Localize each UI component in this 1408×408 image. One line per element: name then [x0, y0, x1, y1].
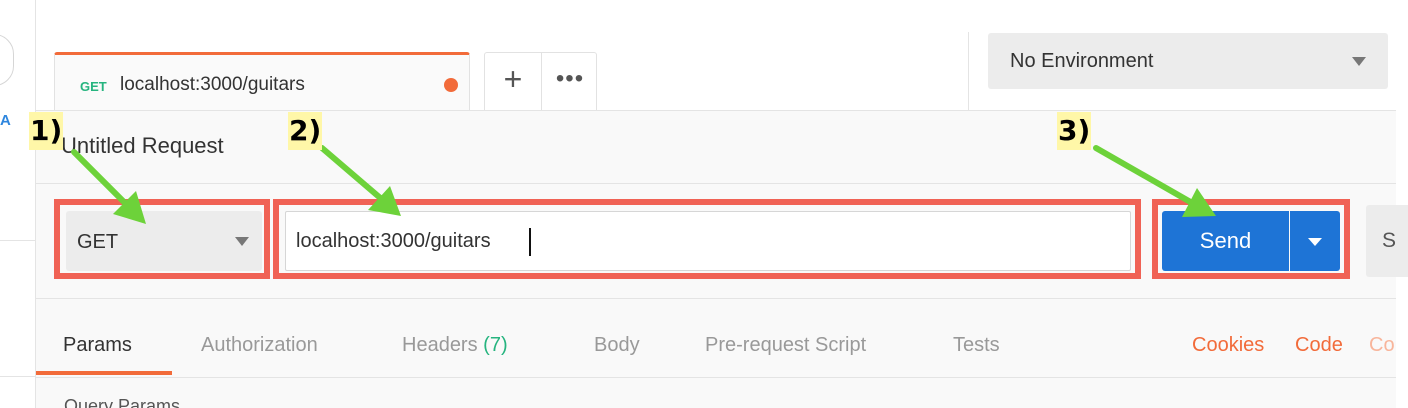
active-tab-indicator [36, 371, 172, 375]
tab-tests[interactable]: Tests [953, 334, 1000, 357]
sidebar: A [0, 0, 36, 408]
environment-select[interactable]: No Environment [988, 33, 1388, 89]
request-tab[interactable]: GET localhost:3000/guitars [54, 52, 470, 110]
tab-params[interactable]: Params [63, 334, 132, 357]
annotation-step-1: 1) [29, 112, 64, 150]
comments-link[interactable]: Co [1369, 334, 1395, 357]
annotation-step-2: 2) [288, 112, 323, 150]
divider [36, 298, 1396, 299]
divider [968, 32, 969, 110]
sidebar-divider [0, 240, 36, 241]
save-button-label: S [1382, 229, 1397, 252]
request-name[interactable]: Untitled Request [61, 133, 224, 159]
highlight-box-method [54, 199, 270, 279]
more-tabs-button[interactable]: ••• [542, 65, 598, 93]
tab-actions: + ••• [484, 52, 597, 110]
query-params-heading: Query Params [64, 396, 181, 408]
sidebar-divider [0, 376, 36, 377]
sidebar-avatar[interactable] [0, 34, 14, 86]
highlight-box-send [1152, 199, 1350, 279]
environment-select-value: No Environment [1010, 50, 1154, 72]
headers-count-badge: (7) [483, 334, 508, 356]
save-button[interactable]: S [1366, 205, 1408, 277]
code-link[interactable]: Code [1295, 334, 1343, 357]
tab-title: localhost:3000/guitars [120, 74, 305, 95]
tab-body[interactable]: Body [594, 334, 640, 357]
sidebar-letter[interactable]: A [0, 112, 11, 129]
highlight-box-url [273, 199, 1141, 279]
new-tab-button[interactable]: + [485, 61, 541, 98]
tab-authorization[interactable]: Authorization [201, 334, 318, 357]
annotation-step-3: 3) [1057, 112, 1092, 150]
divider [36, 377, 1396, 378]
divider [36, 183, 1396, 184]
tab-headers[interactable]: Headers (7) [402, 334, 508, 357]
cookies-link[interactable]: Cookies [1192, 334, 1264, 357]
tab-headers-label: Headers [402, 334, 478, 356]
tab-pre-request-script[interactable]: Pre-request Script [705, 334, 866, 357]
unsaved-dot-icon [444, 78, 458, 92]
tab-method-badge: GET [80, 79, 107, 94]
chevron-down-icon [1352, 57, 1366, 66]
